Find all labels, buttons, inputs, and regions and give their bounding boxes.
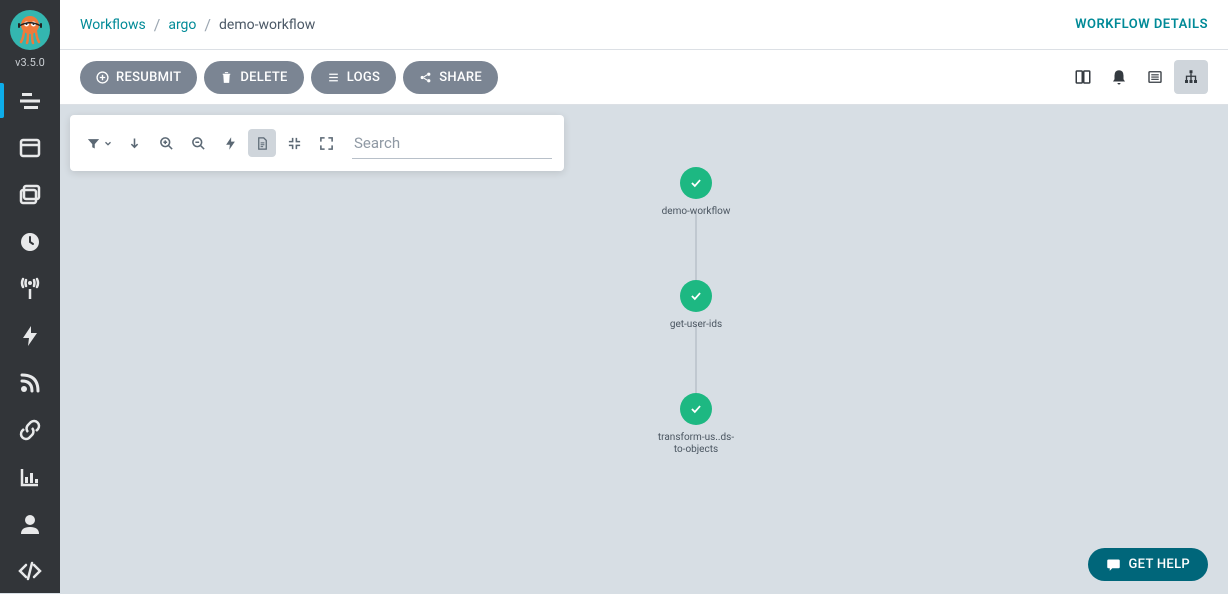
share-button[interactable]: SHARE xyxy=(403,61,498,94)
graph-view-button[interactable] xyxy=(1174,60,1208,94)
stream-icon xyxy=(18,89,42,113)
resubmit-label: RESUBMIT xyxy=(116,70,181,85)
bell-icon xyxy=(1110,68,1128,86)
octopus-icon xyxy=(14,14,46,46)
sidebar-nav xyxy=(0,77,60,594)
version-label: v3.5.0 xyxy=(15,56,45,69)
node-label: demo-workflow xyxy=(656,206,736,218)
feed-icon xyxy=(18,371,42,395)
sidebar-item-workflows[interactable] xyxy=(0,77,60,124)
main-area: Workflows / argo / demo-workflow WORKFLO… xyxy=(60,0,1228,593)
graph-node-root[interactable]: demo-workflow xyxy=(646,167,746,218)
sidebar-item-events[interactable] xyxy=(0,312,60,359)
clock-icon xyxy=(18,230,42,254)
sidebar-item-api[interactable] xyxy=(0,547,60,594)
view-controls xyxy=(1066,60,1208,94)
bolt-icon xyxy=(18,324,42,348)
graph-canvas[interactable]: demo-workflow get-user-ids transform-us.… xyxy=(60,105,1228,593)
resubmit-button[interactable]: RESUBMIT xyxy=(80,61,197,94)
columns-icon xyxy=(1074,68,1092,86)
windows-icon xyxy=(18,183,42,207)
sidebar-item-user[interactable] xyxy=(0,500,60,547)
broadcast-icon xyxy=(18,277,42,301)
node-status-success xyxy=(680,280,712,312)
share-label: SHARE xyxy=(439,70,482,85)
list-icon xyxy=(1146,68,1164,86)
breadcrumb-bar: Workflows / argo / demo-workflow WORKFLO… xyxy=(60,0,1228,50)
graph-node[interactable]: get-user-ids xyxy=(646,280,746,331)
logo-area: v3.5.0 xyxy=(0,0,60,77)
columns-view-button[interactable] xyxy=(1066,60,1100,94)
delete-label: DELETE xyxy=(240,70,287,85)
breadcrumb-current: demo-workflow xyxy=(219,17,315,33)
sidebar-item-eventflow[interactable] xyxy=(0,359,60,406)
node-status-success xyxy=(680,393,712,425)
notifications-button[interactable] xyxy=(1102,60,1136,94)
sidebar-item-templates[interactable] xyxy=(0,124,60,171)
node-label: get-user-ids xyxy=(656,319,736,331)
trash-icon xyxy=(220,71,233,84)
bars-icon xyxy=(327,71,340,84)
breadcrumb-namespace[interactable]: argo xyxy=(168,17,196,33)
breadcrumb-sep: / xyxy=(154,15,161,34)
action-buttons: RESUBMIT DELETE LOGS SHARE xyxy=(80,61,498,94)
node-status-success xyxy=(680,167,712,199)
chart-icon xyxy=(18,465,42,489)
chat-icon xyxy=(1106,557,1121,572)
argo-logo[interactable] xyxy=(10,10,50,50)
sidebar-item-cron[interactable] xyxy=(0,218,60,265)
sidebar: v3.5.0 xyxy=(0,0,60,593)
graph-node[interactable]: transform-us..ds-to-objects xyxy=(646,393,746,456)
breadcrumb: Workflows / argo / demo-workflow xyxy=(80,15,315,34)
share-icon xyxy=(419,71,432,84)
help-label: GET HELP xyxy=(1129,557,1190,572)
user-icon xyxy=(18,512,42,536)
sidebar-item-sensors[interactable] xyxy=(0,265,60,312)
window-icon xyxy=(18,136,42,160)
graph-edge xyxy=(696,324,697,395)
check-icon xyxy=(689,176,703,190)
sitemap-icon xyxy=(1182,68,1200,86)
check-icon xyxy=(689,402,703,416)
delete-button[interactable]: DELETE xyxy=(204,61,303,94)
graph-edge xyxy=(696,211,697,282)
workflow-details-link[interactable]: WORKFLOW DETAILS xyxy=(1075,17,1208,32)
breadcrumb-sep: / xyxy=(204,15,211,34)
workflow-graph: demo-workflow get-user-ids transform-us.… xyxy=(60,105,1228,593)
logs-button[interactable]: LOGS xyxy=(311,61,397,94)
sidebar-item-plugins[interactable] xyxy=(0,406,60,453)
list-view-button[interactable] xyxy=(1138,60,1172,94)
check-icon xyxy=(689,289,703,303)
breadcrumb-root[interactable]: Workflows xyxy=(80,17,146,33)
action-bar: RESUBMIT DELETE LOGS SHARE xyxy=(60,50,1228,105)
code-icon xyxy=(18,559,42,583)
sidebar-item-cluster-templates[interactable] xyxy=(0,171,60,218)
logs-label: LOGS xyxy=(347,70,381,85)
get-help-button[interactable]: GET HELP xyxy=(1088,548,1208,581)
sidebar-item-reports[interactable] xyxy=(0,453,60,500)
plus-circle-icon xyxy=(96,71,109,84)
link-icon xyxy=(18,418,42,442)
node-label: transform-us..ds-to-objects xyxy=(656,432,736,456)
